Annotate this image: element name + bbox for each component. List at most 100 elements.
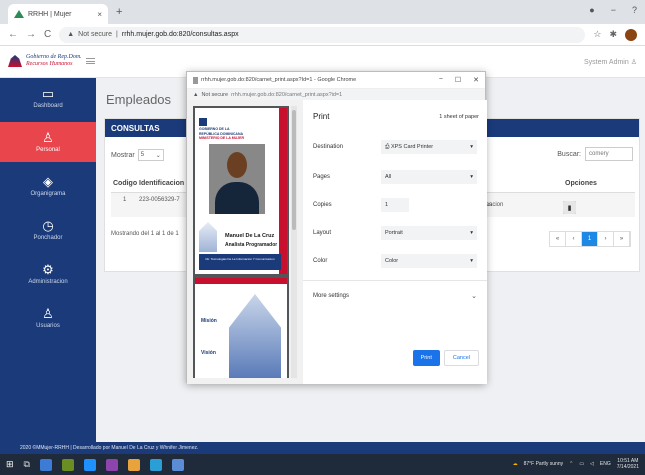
language-indicator[interactable]: ENG (600, 461, 611, 467)
back-icon[interactable]: ← (8, 29, 18, 40)
column-header-identificacion[interactable]: Identificacion (139, 180, 184, 187)
printer-icon: ⎙ (385, 143, 390, 150)
maximize-icon[interactable]: ☐ (455, 76, 461, 84)
user-icon: ♙ (42, 306, 54, 321)
gear-icon: ⚙ (42, 262, 54, 277)
print-dialog: GOBIERNO DE LA REPÚBLICA DOMINICANA MINI… (187, 100, 487, 384)
visual-studio-code-icon[interactable] (83, 458, 96, 471)
search-control: Buscar: comery (557, 147, 633, 161)
copies-row: Copies 1 (313, 198, 477, 212)
sheet-count: 1 sheet of paper (439, 114, 479, 120)
print-preview[interactable]: GOBIERNO DE LA REPÚBLICA DOMINICANA MINI… (193, 106, 289, 378)
chrome-icon[interactable] (127, 458, 140, 471)
user-menu[interactable]: System Admin ♙ (584, 58, 637, 66)
employee-name: Manuel De La Cruz (225, 233, 275, 239)
new-tab-button[interactable]: + (116, 6, 122, 18)
sidebar-item-personal[interactable]: ♙ Personal (0, 122, 96, 162)
chevron-down-icon: ⌄ (471, 293, 477, 300)
pages-select[interactable]: All ▾ (381, 170, 477, 184)
sidebar-item-usuarios[interactable]: ♙ Usuarios (0, 298, 96, 338)
more-settings-toggle[interactable]: More settings ⌄ (313, 292, 477, 300)
building-icon (229, 294, 281, 378)
preview-scrollbar[interactable] (291, 106, 297, 378)
color-row: Color Color ▾ (313, 254, 477, 268)
showing-info: Mostrando del 1 al 1 de 1 (111, 231, 179, 237)
sidebar-item-label: Usuarios (36, 323, 60, 329)
vision-label: Visión (201, 350, 216, 356)
visual-studio-icon[interactable] (105, 458, 118, 471)
menu-toggle-icon[interactable] (86, 58, 95, 64)
cell-code: 1 (123, 197, 127, 203)
cell-identification: 223-0056329-7 (139, 197, 180, 203)
reload-icon[interactable]: C (44, 29, 51, 40)
page-first-button[interactable]: « (550, 232, 566, 246)
file-explorer-icon[interactable] (39, 458, 52, 471)
search-input[interactable]: comery (585, 147, 633, 161)
page-prev-button[interactable]: ‹ (566, 232, 582, 246)
profile-avatar[interactable] (625, 28, 637, 41)
sidebar-item-dashboard[interactable]: ▭ Dashboard (0, 78, 96, 118)
building-icon (199, 222, 217, 252)
color-select[interactable]: Color ▾ (381, 254, 477, 268)
print-card-button[interactable]: ▮ (563, 201, 576, 214)
not-secure-label: Not secure (201, 91, 229, 98)
chevron-up-icon[interactable]: ⌃ (569, 461, 573, 467)
minimize-icon[interactable]: − (611, 5, 616, 15)
layers-icon: ◈ (43, 174, 53, 189)
monitor-icon: ▭ (41, 86, 55, 101)
extensions-icon[interactable]: ✱ (609, 29, 617, 40)
column-header-codigo[interactable]: Codigo (113, 180, 137, 187)
employee-photo (209, 144, 265, 214)
page-title: Empleados (106, 92, 172, 107)
url-field[interactable]: ▲ Not secure | rrhh.mujer.gob.do:820/con… (59, 26, 586, 43)
pagination: « ‹ 1 › » (549, 231, 631, 247)
network-icon[interactable]: ▭ (579, 461, 584, 467)
logo-line1: Gobierno de Rep.Dom. (26, 54, 82, 60)
destination-select[interactable]: ⎙ XPS Card Printer ▾ (381, 140, 477, 154)
cancel-button[interactable]: Cancel (443, 350, 479, 366)
logo-line2: Recursos Humanos (26, 61, 73, 67)
layout-select[interactable]: Portrait ▾ (381, 226, 477, 240)
restore-icon[interactable]: ? (632, 5, 637, 15)
close-icon[interactable]: ✕ (473, 76, 479, 84)
app-icon[interactable] (61, 458, 74, 471)
chevron-down-icon: ▾ (470, 174, 473, 180)
id-card-front: GOBIERNO DE LA REPÚBLICA DOMINICANA MINI… (195, 108, 287, 274)
dialog-buttons: Print Cancel (412, 350, 479, 366)
clock[interactable]: 10:51 AM 7/14/2021 (617, 458, 639, 470)
star-icon[interactable]: ☆ (593, 29, 601, 40)
windows-start-icon[interactable]: ⊞ (6, 459, 14, 470)
copies-input[interactable]: 1 (381, 198, 409, 212)
sidebar-item-organigrama[interactable]: ◈ Organigrama (0, 166, 96, 206)
minimize-icon[interactable]: − (439, 76, 443, 84)
tab-title: RRHH | Mujer (28, 10, 72, 18)
warning-icon: ▲ (193, 91, 199, 98)
edge-icon[interactable] (149, 458, 162, 471)
browser-tab[interactable]: RRHH | Mujer × (8, 4, 108, 24)
page-size-select[interactable]: 5 ⌄ (137, 149, 164, 161)
app-footer: 2020 ©MMujer-RRHH | Desarrollado por Man… (0, 442, 645, 454)
person-icon: ♙ (42, 130, 54, 145)
profile-circle-icon[interactable]: ● (589, 5, 594, 15)
sidebar: ▭ Dashboard ♙ Personal ◈ Organigrama ◷ P… (0, 78, 96, 442)
popup-address-bar: ▲ Not secure rrhh.mujer.gob.do:820/carne… (187, 89, 485, 100)
print-button[interactable]: Print (412, 350, 440, 366)
card-header: GOBIERNO DE LA REPÚBLICA DOMINICANA MINI… (199, 118, 244, 141)
layout-row: Layout Portrait ▾ (313, 226, 477, 240)
print-settings: Print 1 sheet of paper Destination ⎙ XPS… (303, 100, 487, 384)
forward-icon[interactable]: → (26, 29, 36, 40)
site-favicon-icon (14, 10, 24, 18)
weather-text[interactable]: 87°F Partly sunny (524, 461, 564, 467)
remote-desktop-icon[interactable] (171, 458, 184, 471)
page-number-button[interactable]: 1 (582, 232, 598, 246)
column-header-opciones[interactable]: Opciones (565, 180, 597, 187)
sidebar-item-administracion[interactable]: ⚙ Administracion (0, 254, 96, 294)
tab-close-icon[interactable]: × (97, 10, 102, 19)
employee-position: Analista Programador (225, 242, 278, 248)
app-logo[interactable]: Gobierno de Rep.Dom. Recursos Humanos (8, 54, 82, 68)
sidebar-item-ponchador[interactable]: ◷ Ponchador (0, 210, 96, 250)
page-next-button[interactable]: › (598, 232, 614, 246)
page-last-button[interactable]: » (614, 232, 630, 246)
volume-icon[interactable]: ◁ (590, 461, 594, 467)
task-view-icon[interactable]: ⧉ (24, 459, 30, 470)
